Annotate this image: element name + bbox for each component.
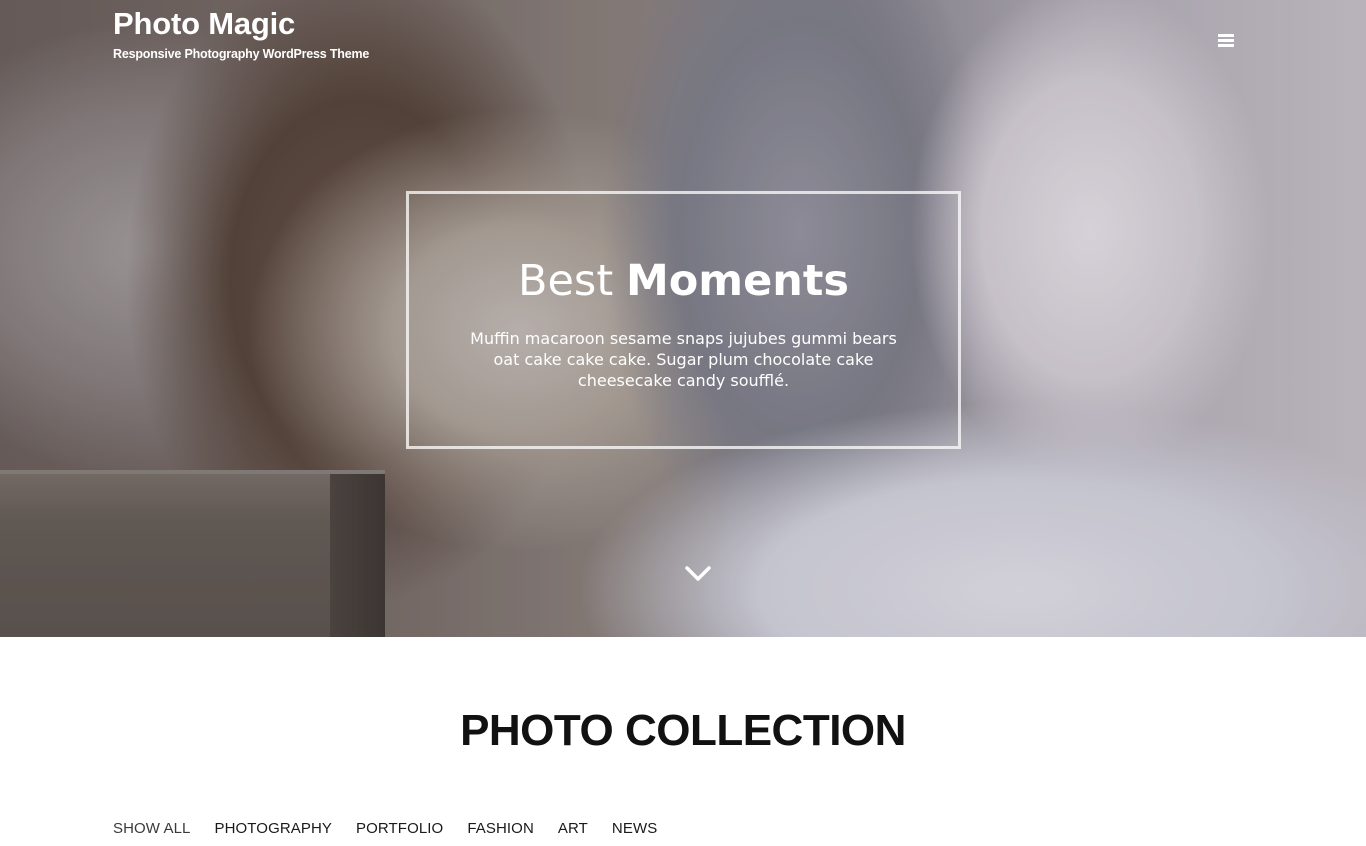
section-title: PHOTO COLLECTION [460, 706, 906, 755]
site-tagline: Responsive Photography WordPress Theme [113, 47, 370, 61]
hero-banner: Photo Magic Responsive Photography WordP… [0, 0, 1366, 637]
hero-caption-box: Best Moments Muffin macaroon sesame snap… [406, 191, 961, 449]
hero-heading: Best Moments [409, 256, 958, 303]
hero-description: Muffin macaroon sesame snaps jujubes gum… [470, 329, 897, 390]
filter-fashion[interactable]: FASHION [467, 820, 534, 837]
chevron-down-icon[interactable] [683, 562, 713, 586]
filter-news[interactable]: NEWS [612, 820, 657, 837]
filter-art[interactable]: ART [558, 820, 588, 837]
filter-photography[interactable]: PHOTOGRAPHY [215, 820, 333, 837]
hamburger-menu-icon[interactable] [1216, 34, 1236, 50]
filter-bar: SHOW ALL PHOTOGRAPHY PORTFOLIO FASHION A… [113, 820, 681, 837]
filter-portfolio[interactable]: PORTFOLIO [356, 820, 443, 837]
hero-heading-light: Best [517, 256, 614, 306]
filter-show-all[interactable]: SHOW ALL [113, 820, 191, 837]
hero-heading-bold: Moments [625, 256, 850, 306]
site-title[interactable]: Photo Magic [113, 6, 295, 42]
